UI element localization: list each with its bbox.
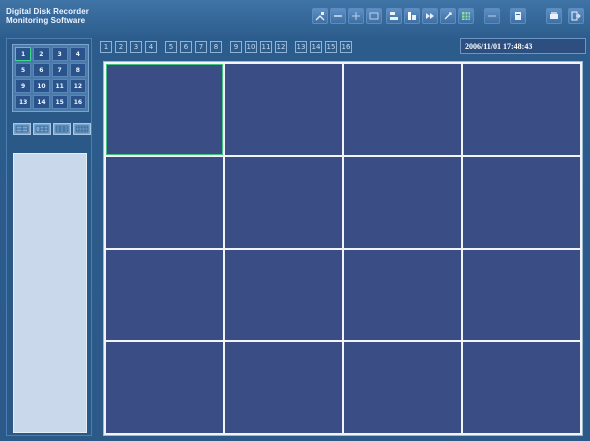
camera-button-11[interactable]: 11 xyxy=(260,41,272,53)
channel-button-11[interactable]: 11 xyxy=(51,79,68,93)
video-tile-13[interactable] xyxy=(106,342,223,433)
split-layout-icon[interactable] xyxy=(33,123,51,135)
monitor-area xyxy=(103,61,583,436)
camera-button-4[interactable]: 4 xyxy=(145,41,157,53)
channel-selector: 1 2 3 4 5 6 7 8 9 10 11 12 13 14 15 16 xyxy=(12,44,89,112)
app-title: Digital Disk Recorder Monitoring Softwar… xyxy=(6,7,90,25)
camera-button-7[interactable]: 7 xyxy=(195,41,207,53)
camera-button-6[interactable]: 6 xyxy=(180,41,192,53)
video-tile-10[interactable] xyxy=(225,249,342,341)
camera-button-13[interactable]: 13 xyxy=(295,41,307,53)
video-tile-12[interactable] xyxy=(463,249,580,341)
tree-icon[interactable] xyxy=(386,8,402,24)
video-tile-16[interactable] xyxy=(463,342,580,433)
video-tile-8[interactable] xyxy=(463,156,580,248)
separator-icon[interactable] xyxy=(484,8,500,24)
fast-icon[interactable] xyxy=(422,8,438,24)
video-tile-5[interactable] xyxy=(106,156,223,248)
layout-icon[interactable] xyxy=(366,8,382,24)
channel-button-4[interactable]: 4 xyxy=(69,47,86,61)
camera-ctrl-icon[interactable] xyxy=(404,8,420,24)
video-tile-14[interactable] xyxy=(225,342,342,433)
camera-button-16[interactable]: 16 xyxy=(340,41,352,53)
print-icon[interactable] xyxy=(546,8,562,24)
camera-button-2[interactable]: 2 xyxy=(115,41,127,53)
settings-icon[interactable] xyxy=(440,8,456,24)
camera-button-15[interactable]: 15 xyxy=(325,41,337,53)
channel-button-2[interactable]: 2 xyxy=(33,47,50,61)
camera-button-1[interactable]: 1 xyxy=(100,41,112,53)
channel-button-10[interactable]: 10 xyxy=(33,79,50,93)
camera-button-3[interactable]: 3 xyxy=(130,41,142,53)
video-tile-15[interactable] xyxy=(344,342,461,433)
video-tile-11[interactable] xyxy=(344,249,461,341)
toolbar-group-misc xyxy=(484,8,500,26)
toolbar-group-record xyxy=(510,8,526,26)
exit-icon[interactable] xyxy=(568,8,584,24)
channel-button-3[interactable]: 3 xyxy=(51,47,68,61)
video-tile-9[interactable] xyxy=(106,249,223,341)
video-tiles xyxy=(106,64,580,433)
layout-selector xyxy=(13,123,91,135)
app-window: Digital Disk Recorder Monitoring Softwar… xyxy=(0,0,590,441)
channel-button-12[interactable]: 12 xyxy=(69,79,86,93)
left-panel: 1 2 3 4 5 6 7 8 9 10 11 12 13 14 15 16 xyxy=(6,38,92,436)
toolbar-group-view xyxy=(312,8,382,26)
channel-button-6[interactable]: 6 xyxy=(33,63,50,77)
camera-button-8[interactable]: 8 xyxy=(210,41,222,53)
camera-bar: 1 2 3 4 5 6 7 8 9 10 11 12 13 14 15 16 2… xyxy=(100,38,586,56)
channel-button-9[interactable]: 9 xyxy=(15,79,32,93)
video-tile-3[interactable] xyxy=(344,64,461,155)
info-panel xyxy=(13,153,87,433)
camera-button-14[interactable]: 14 xyxy=(310,41,322,53)
channel-button-1[interactable]: 1 xyxy=(15,47,32,61)
channel-button-7[interactable]: 7 xyxy=(51,63,68,77)
quad-layout-icon[interactable] xyxy=(13,123,31,135)
split-icon[interactable] xyxy=(348,8,364,24)
camera-button-9[interactable]: 9 xyxy=(230,41,242,53)
zoom-icon[interactable] xyxy=(312,8,328,24)
video-tile-6[interactable] xyxy=(225,156,342,248)
datetime-display: 2006/11/01 17:48:43 xyxy=(460,38,586,54)
channel-button-15[interactable]: 15 xyxy=(51,95,68,109)
video-tile-7[interactable] xyxy=(344,156,461,248)
camera-button-12[interactable]: 12 xyxy=(275,41,287,53)
toolbar-group-control xyxy=(386,8,474,26)
video-tile-2[interactable] xyxy=(225,64,342,155)
toolbar-group-window xyxy=(546,8,584,26)
channel-button-5[interactable]: 5 xyxy=(15,63,32,77)
camera-button-10[interactable]: 10 xyxy=(245,41,257,53)
record-icon[interactable] xyxy=(510,8,526,24)
video-tile-4[interactable] xyxy=(463,64,580,155)
channel-button-8[interactable]: 8 xyxy=(69,63,86,77)
grid-icon[interactable] xyxy=(458,8,474,24)
camera-button-5[interactable]: 5 xyxy=(165,41,177,53)
channel-button-16[interactable]: 16 xyxy=(69,95,86,109)
video-tile-1[interactable] xyxy=(106,64,223,155)
sixteen-layout-icon[interactable] xyxy=(73,123,91,135)
nine-layout-icon[interactable] xyxy=(53,123,71,135)
zoom-out-icon[interactable] xyxy=(330,8,346,24)
channel-button-13[interactable]: 13 xyxy=(15,95,32,109)
channel-button-14[interactable]: 14 xyxy=(33,95,50,109)
